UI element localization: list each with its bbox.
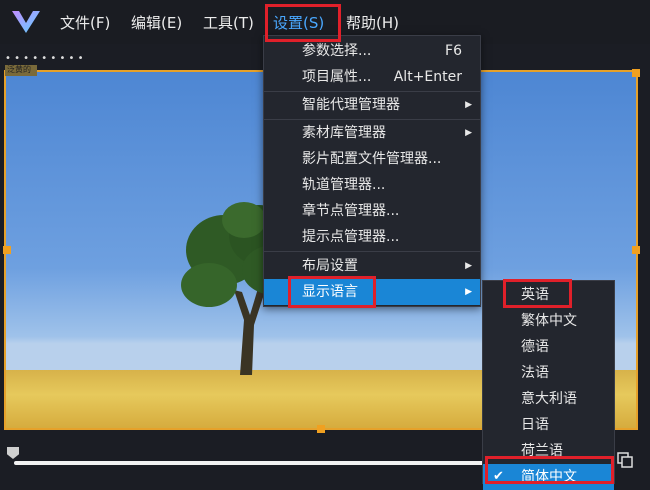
menu-item-label: 章节点管理器...	[302, 203, 400, 219]
checkmark-icon: ✔	[493, 469, 504, 484]
submenu-arrow-icon: ▶	[465, 128, 472, 138]
language-label: 德语	[521, 339, 549, 355]
language-japanese[interactable]: 日语	[483, 412, 614, 438]
menu-item-label: 影片配置文件管理器...	[302, 151, 442, 167]
menu-item-label: 布局设置	[302, 258, 358, 274]
menu-item-smart-proxy[interactable]: 智能代理管理器 ▶	[264, 92, 480, 118]
menu-item-cue-manager[interactable]: 提示点管理器...	[264, 224, 480, 250]
menu-settings[interactable]: 设置(S)	[273, 12, 324, 34]
resize-handle-top-right[interactable]	[632, 69, 640, 77]
language-label: 日语	[521, 417, 549, 433]
language-label: 英语	[521, 287, 549, 303]
submenu-arrow-icon: ▶	[465, 261, 472, 271]
submenu-arrow-icon: ▶	[465, 287, 472, 297]
menu-file[interactable]: 文件(F)	[60, 12, 110, 34]
language-english[interactable]: 英语	[483, 282, 614, 308]
language-traditional-chinese[interactable]: 繁体中文	[483, 308, 614, 334]
copy-icon[interactable]	[617, 452, 633, 468]
menu-item-label: 显示语言	[302, 284, 358, 300]
menu-item-label: 智能代理管理器	[302, 97, 400, 113]
menu-item-label: 轨道管理器...	[302, 177, 386, 193]
menu-item-display-language[interactable]: 显示语言 ▶	[264, 279, 480, 305]
thumbnail-chip: 泛黄的	[5, 65, 37, 76]
menu-item-shortcut: F6	[445, 43, 462, 59]
resize-handle-right[interactable]	[632, 246, 640, 254]
thumbnail-label: 泛黄的	[7, 65, 31, 74]
language-simplified-chinese[interactable]: ✔ 简体中文	[483, 464, 614, 490]
menu-item-layout-settings[interactable]: 布局设置 ▶	[264, 253, 480, 279]
submenu-arrow-icon: ▶	[465, 100, 472, 110]
language-label: 荷兰语	[521, 443, 563, 459]
menu-item-label: 项目属性...	[302, 69, 372, 85]
menu-item-shortcut: Alt+Enter	[393, 69, 462, 85]
timeline-scrubber[interactable]	[14, 461, 512, 465]
language-label: 简体中文	[521, 469, 577, 485]
panel-grip-dots: • • • • • • • • •	[5, 53, 84, 64]
menu-item-label: 提示点管理器...	[302, 229, 400, 245]
resize-handle-left[interactable]	[3, 246, 11, 254]
menu-item-label: 素材库管理器	[302, 125, 386, 141]
settings-dropdown: 参数选择... F6 项目属性... Alt+Enter 智能代理管理器 ▶ 素…	[263, 35, 481, 307]
menu-item-track-manager[interactable]: 轨道管理器...	[264, 172, 480, 198]
menu-edit[interactable]: 编辑(E)	[131, 12, 182, 34]
app-logo-icon	[12, 11, 40, 33]
menu-item-profile-manager[interactable]: 影片配置文件管理器...	[264, 146, 480, 172]
language-submenu: 英语 繁体中文 德语 法语 意大利语 日语 荷兰语 ✔ 简体中文	[482, 280, 615, 490]
scrubber-knob[interactable]	[7, 447, 19, 459]
menu-item-preferences[interactable]: 参数选择... F6	[264, 38, 480, 64]
resize-handle-bottom[interactable]	[317, 425, 325, 433]
menu-item-project-properties[interactable]: 项目属性... Alt+Enter	[264, 64, 480, 90]
menu-separator	[264, 251, 480, 252]
language-german[interactable]: 德语	[483, 334, 614, 360]
language-label: 意大利语	[521, 391, 577, 407]
menu-item-chapter-manager[interactable]: 章节点管理器...	[264, 198, 480, 224]
language-french[interactable]: 法语	[483, 360, 614, 386]
language-label: 繁体中文	[521, 313, 577, 329]
menu-item-label: 参数选择...	[302, 43, 372, 59]
menu-item-library-manager[interactable]: 素材库管理器 ▶	[264, 120, 480, 146]
language-dutch[interactable]: 荷兰语	[483, 438, 614, 464]
menu-tools[interactable]: 工具(T)	[203, 12, 254, 34]
menu-help[interactable]: 帮助(H)	[346, 12, 399, 34]
language-italian[interactable]: 意大利语	[483, 386, 614, 412]
language-label: 法语	[521, 365, 549, 381]
